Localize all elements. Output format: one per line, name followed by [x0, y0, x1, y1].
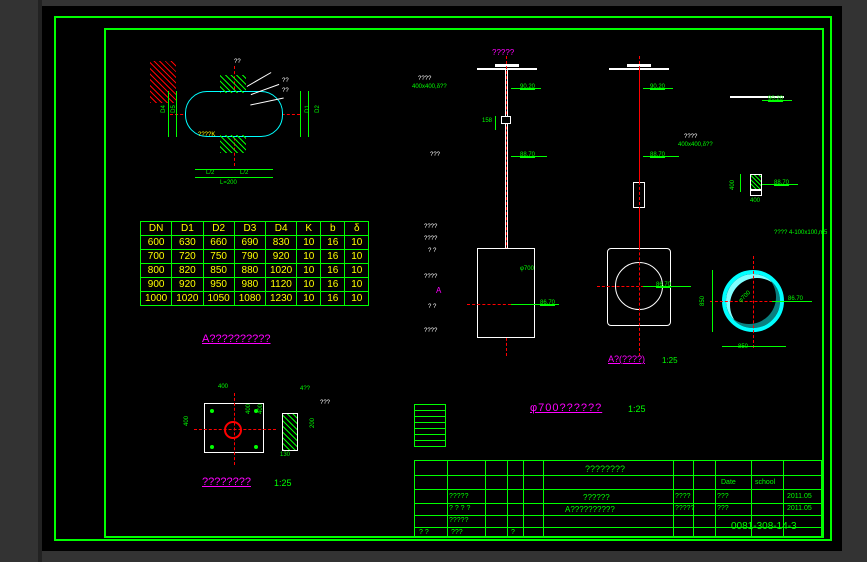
elev3-cap-sub: 400x400,δ??	[678, 142, 713, 148]
dim-400-mid: 400	[246, 404, 252, 414]
elev1-top-label: ?????	[492, 48, 514, 57]
baseplate-scale: 1:25	[274, 478, 292, 488]
elev1-cap-label: ????	[418, 76, 431, 82]
elev3-cap-label: ????	[684, 134, 697, 140]
dim-88-70-a: 88.70	[520, 152, 535, 158]
tb-col-1: ? ? ? ?	[449, 505, 470, 512]
tb-dwg-no: 0081-308-14-3	[731, 521, 797, 532]
tb-col-3: ? ?	[419, 529, 429, 536]
tb-small1: ????	[675, 493, 691, 500]
table-row: 8008208508801020101610	[141, 264, 369, 278]
dim-90-20-c: 90.20	[768, 96, 783, 102]
tb-date-0: 2011.05	[787, 493, 812, 500]
dim-400-h: 400	[750, 198, 760, 204]
dim-phi700: φ700	[520, 266, 534, 272]
elevation-side	[587, 56, 697, 346]
tb-rname-1: ???	[717, 505, 729, 512]
detail-a-section	[150, 61, 320, 191]
th: DN	[141, 222, 172, 236]
dim-850-h: 850	[738, 344, 748, 350]
dimension-table: DND1D2D3D4Kbδ 600630660690830101610 7007…	[140, 221, 369, 306]
dim-l: L=200	[220, 180, 237, 186]
revision-bars	[414, 404, 446, 460]
elev1-annot2: ????	[424, 236, 437, 242]
tb-big-title: ????????	[585, 464, 625, 474]
tb-col-2: ?????	[449, 517, 468, 524]
tb-subtitle1: ??????	[583, 493, 610, 502]
table-header-row: DND1D2D3D4Kbδ	[141, 222, 369, 236]
dim-130: 130	[280, 452, 290, 458]
table-row: 600630660690830101610	[141, 236, 369, 250]
tb-hdr1: Date	[721, 479, 736, 486]
dim-86-70-a: 86.70	[540, 300, 555, 306]
title-block: ???????? ?????? A?????????? 0081-308-14-…	[414, 460, 822, 538]
main-drawing-title: φ700??????	[530, 402, 602, 414]
dim-l2-b: L/2	[240, 170, 248, 176]
tb-small2: ?????	[675, 505, 694, 512]
dim-88-70-c: 88.70	[774, 180, 789, 186]
elev1-annot-a: A	[436, 286, 441, 295]
elev1-annot6: ????	[424, 328, 437, 334]
dim-d2: D2	[315, 105, 321, 113]
detail-a-callout-2: ??	[282, 78, 289, 84]
tb-rname-0: ???	[717, 493, 729, 500]
tb-subtitle2: A??????????	[565, 505, 615, 514]
dim-86-70-b: 86.70	[656, 282, 671, 288]
cad-canvas[interactable]: ?? ?? ?? ????K D1 D2 D4 D5 L/2 L/2 L=200…	[42, 6, 842, 551]
tb-col-4: ???	[451, 529, 463, 536]
detail-a-callout-3: ??	[282, 88, 289, 94]
tb-col-5: ?	[511, 529, 515, 536]
detail-a-inside-label: ????K	[198, 132, 215, 138]
table-row: 9009209509801120101610	[141, 278, 369, 292]
dim-90-20-a: 90.20	[520, 84, 535, 90]
detail-a-title: A??????????	[202, 333, 271, 345]
dim-bolt: 4??	[300, 386, 310, 392]
tb-hdr2: school	[755, 479, 775, 486]
dim-88-70-b: 88.70	[650, 152, 665, 158]
dim-d5: D5	[171, 105, 177, 113]
elev1-annot1: ????	[424, 224, 437, 230]
elev1-annot5: ? ?	[428, 304, 436, 310]
dim-400-mid2: 400	[258, 404, 264, 414]
dim-86-70-c: 86.70	[788, 296, 803, 302]
dim-90-20-b: 90.20	[650, 84, 665, 90]
dim-d4: D4	[161, 105, 167, 113]
dim-400-top: 400	[218, 384, 228, 390]
dim-200: 200	[310, 418, 316, 428]
table-row: 10001020105010801230101610	[141, 292, 369, 306]
window-gutter	[0, 0, 42, 562]
dim-400-left: 400	[184, 416, 190, 426]
main-drawing-scale: 1:25	[628, 404, 646, 414]
detail-a-callout-1: ??	[234, 59, 241, 65]
elev2-footer-label: A?(????)	[608, 354, 645, 364]
elev1-annot3: ? ?	[428, 248, 436, 254]
dim-400-v: 400	[730, 180, 736, 190]
elevation-plan	[712, 56, 812, 346]
dim-l2-a: L/2	[206, 170, 214, 176]
ring-bolt: ???? 4-100x100,m5	[774, 230, 827, 236]
dim-850-v: 850	[700, 296, 706, 306]
elev2-footer-scale: 1:25	[662, 356, 678, 365]
dim-pipe: ???	[320, 400, 330, 406]
elev1-mid-label: ???	[430, 152, 440, 158]
tb-col-0: ?????	[449, 493, 468, 500]
dim-d1: D1	[305, 105, 311, 113]
dim-158: 158	[482, 118, 492, 124]
baseplate-title: ????????	[202, 476, 251, 488]
table-row: 700720750790920101610	[141, 250, 369, 264]
elev1-cap-sub: 400x400,δ??	[412, 84, 447, 90]
tb-date-1: 2011.05	[787, 505, 812, 512]
elev1-annot4: ????	[424, 274, 437, 280]
